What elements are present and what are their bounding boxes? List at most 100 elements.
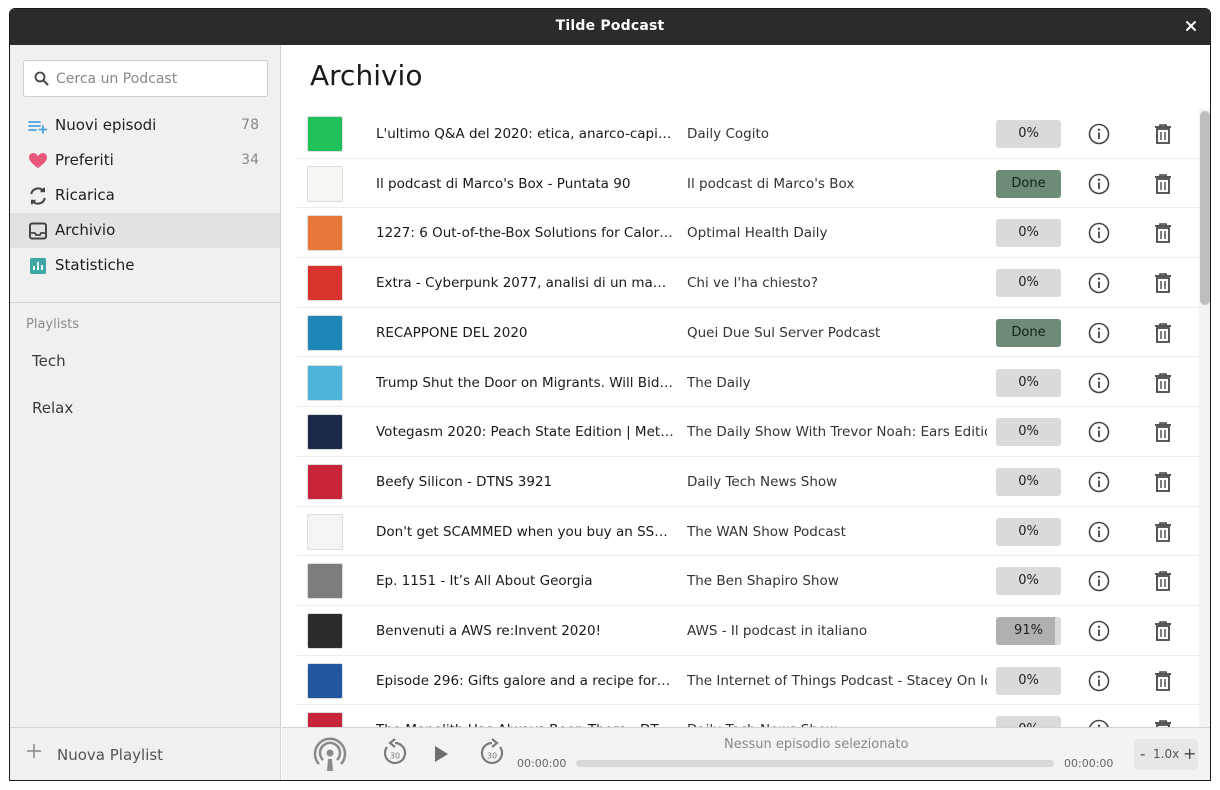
podcast-artwork (307, 712, 343, 727)
main-content: Archivio L'ultimo Q&A del 2020: etica, a… (282, 45, 1210, 727)
info-icon[interactable] (1088, 521, 1110, 548)
episode-show[interactable]: The Daily (687, 375, 987, 391)
episode-row[interactable]: Episode 296: Gifts galore and a recipe f… (297, 656, 1199, 706)
trash-icon[interactable] (1153, 471, 1173, 498)
speed-decrease-button[interactable]: - (1140, 745, 1145, 763)
forward-30-icon[interactable]: 30 (479, 738, 505, 773)
podcast-icon (312, 737, 348, 778)
episode-title[interactable]: Ep. 1151 - It’s All About Georgia (376, 573, 674, 589)
trash-icon[interactable] (1153, 272, 1173, 299)
sidebar-item-nuovi-episodi[interactable]: Nuovi episodi 78 (10, 108, 280, 143)
info-icon[interactable] (1088, 173, 1110, 200)
trash-icon[interactable] (1153, 570, 1173, 597)
scrollbar-thumb[interactable] (1200, 111, 1210, 305)
rewind-30-icon[interactable]: 30 (382, 738, 408, 773)
playlist-item-relax[interactable]: Relax (32, 399, 73, 417)
episode-show[interactable]: Quei Due Sul Server Podcast (687, 325, 987, 341)
info-icon[interactable] (1088, 421, 1110, 448)
podcast-artwork (307, 314, 343, 351)
podcast-artwork (307, 215, 343, 252)
episode-title[interactable]: Beefy Silicon - DTNS 3921 (376, 474, 674, 490)
time-elapsed: 00:00:00 (517, 757, 567, 770)
episode-show[interactable]: The Daily Show With Trevor Noah: Ears Ed… (687, 424, 987, 440)
sidebar-item-statistiche[interactable]: Statistiche (10, 248, 280, 283)
play-icon[interactable] (433, 745, 449, 768)
new-playlist-button[interactable]: Nuova Playlist (10, 727, 280, 780)
info-icon[interactable] (1088, 222, 1110, 249)
episode-row[interactable]: 1227: 6 Out-of-the-Box Solutions for Cal… (297, 208, 1199, 259)
trash-icon[interactable] (1153, 173, 1173, 200)
sidebar-item-ricarica[interactable]: Ricarica (10, 178, 280, 213)
trash-icon[interactable] (1153, 222, 1173, 249)
episode-title[interactable]: Votegasm 2020: Peach State Edition | Met… (376, 424, 674, 440)
sidebar-item-preferiti[interactable]: Preferiti 34 (10, 143, 280, 178)
info-icon[interactable] (1088, 322, 1110, 349)
page-title: Archivio (310, 59, 423, 92)
episode-title[interactable]: 1227: 6 Out-of-the-Box Solutions for Cal… (376, 225, 674, 241)
plus-icon (26, 743, 42, 764)
episode-show[interactable]: Optimal Health Daily (687, 225, 987, 241)
info-icon[interactable] (1088, 471, 1110, 498)
episode-row[interactable]: Extra - Cyberpunk 2077, analisi di un ma… (297, 258, 1199, 308)
progress-badge: 0% (996, 716, 1061, 727)
episode-row[interactable]: Votegasm 2020: Peach State Edition | Met… (297, 407, 1199, 457)
episode-row[interactable]: L'ultimo Q&A del 2020: etica, anarco-cap… (297, 109, 1199, 159)
trash-icon[interactable] (1153, 421, 1173, 448)
episode-row[interactable]: Il podcast di Marco's Box - Puntata 90 Il… (297, 159, 1199, 209)
episode-title[interactable]: Trump Shut the Door on Migrants. Will Bi… (376, 375, 674, 391)
episode-title[interactable]: Episode 296: Gifts galore and a recipe f… (376, 673, 674, 689)
progress-label: Done (1011, 324, 1046, 340)
episode-row[interactable]: Ep. 1151 - It’s All About Georgia The Ben… (297, 556, 1199, 606)
sidebar-divider (10, 302, 280, 303)
episode-title[interactable]: Il podcast di Marco's Box - Puntata 90 (376, 176, 674, 192)
episode-title[interactable]: Don't get SCAMMED when you buy an SSD - … (376, 524, 674, 540)
scrollbar[interactable] (1199, 109, 1210, 727)
sidebar-item-archivio[interactable]: Archivio (10, 213, 280, 248)
info-icon[interactable] (1088, 272, 1110, 299)
info-icon[interactable] (1088, 570, 1110, 597)
episode-show[interactable]: The Ben Shapiro Show (687, 573, 987, 589)
search-input[interactable] (56, 61, 261, 96)
progress-badge: 0% (996, 120, 1061, 148)
trash-icon[interactable] (1153, 521, 1173, 548)
playlists-header: Playlists (26, 317, 79, 332)
progress-label: 0% (1018, 672, 1039, 688)
episode-list: L'ultimo Q&A del 2020: etica, anarco-cap… (297, 109, 1199, 727)
episode-row[interactable]: The Monolith Has Always Been There - DTN… (297, 705, 1199, 727)
episode-show[interactable]: The WAN Show Podcast (687, 524, 987, 540)
info-icon[interactable] (1088, 372, 1110, 399)
search-box[interactable] (23, 60, 268, 97)
speed-increase-button[interactable]: + (1183, 744, 1196, 763)
trash-icon[interactable] (1153, 620, 1173, 647)
episode-show[interactable]: Daily Cogito (687, 126, 987, 142)
episode-show[interactable]: Chi ve l'ha chiesto? (687, 275, 987, 291)
episode-row[interactable]: Benvenuti a AWS re:Invent 2020! AWS - Il … (297, 606, 1199, 656)
episode-row[interactable]: Trump Shut the Door on Migrants. Will Bi… (297, 358, 1199, 408)
info-icon[interactable] (1088, 123, 1110, 150)
progress-label: 0% (1018, 424, 1039, 440)
trash-icon[interactable] (1153, 719, 1173, 727)
info-icon[interactable] (1088, 719, 1110, 727)
close-icon[interactable] (1182, 17, 1200, 35)
info-icon[interactable] (1088, 670, 1110, 697)
episode-row[interactable]: Don't get SCAMMED when you buy an SSD - … (297, 507, 1199, 557)
episode-show[interactable]: Daily Tech News Show (687, 474, 987, 490)
trash-icon[interactable] (1153, 670, 1173, 697)
info-icon[interactable] (1088, 620, 1110, 647)
seek-bar[interactable] (576, 760, 1054, 767)
episode-title[interactable]: L'ultimo Q&A del 2020: etica, anarco-cap… (376, 126, 674, 142)
episode-title[interactable]: RECAPPONE DEL 2020 (376, 325, 674, 341)
trash-icon[interactable] (1153, 322, 1173, 349)
episode-show[interactable]: The Internet of Things Podcast - Stacey … (687, 673, 987, 689)
speed-control: - 1.0x + (1134, 739, 1198, 770)
episode-show[interactable]: Il podcast di Marco's Box (687, 176, 987, 192)
playlist-item-tech[interactable]: Tech (32, 352, 66, 370)
trash-icon[interactable] (1153, 372, 1173, 399)
episode-row[interactable]: Beefy Silicon - DTNS 3921 Daily Tech News… (297, 457, 1199, 507)
podcast-artwork (307, 265, 343, 302)
episode-row[interactable]: RECAPPONE DEL 2020 Quei Due Sul Server Po… (297, 308, 1199, 358)
episode-show[interactable]: AWS - Il podcast in italiano (687, 623, 987, 639)
episode-title[interactable]: Benvenuti a AWS re:Invent 2020! (376, 623, 674, 639)
trash-icon[interactable] (1153, 123, 1173, 150)
episode-title[interactable]: Extra - Cyberpunk 2077, analisi di un ma… (376, 275, 674, 291)
